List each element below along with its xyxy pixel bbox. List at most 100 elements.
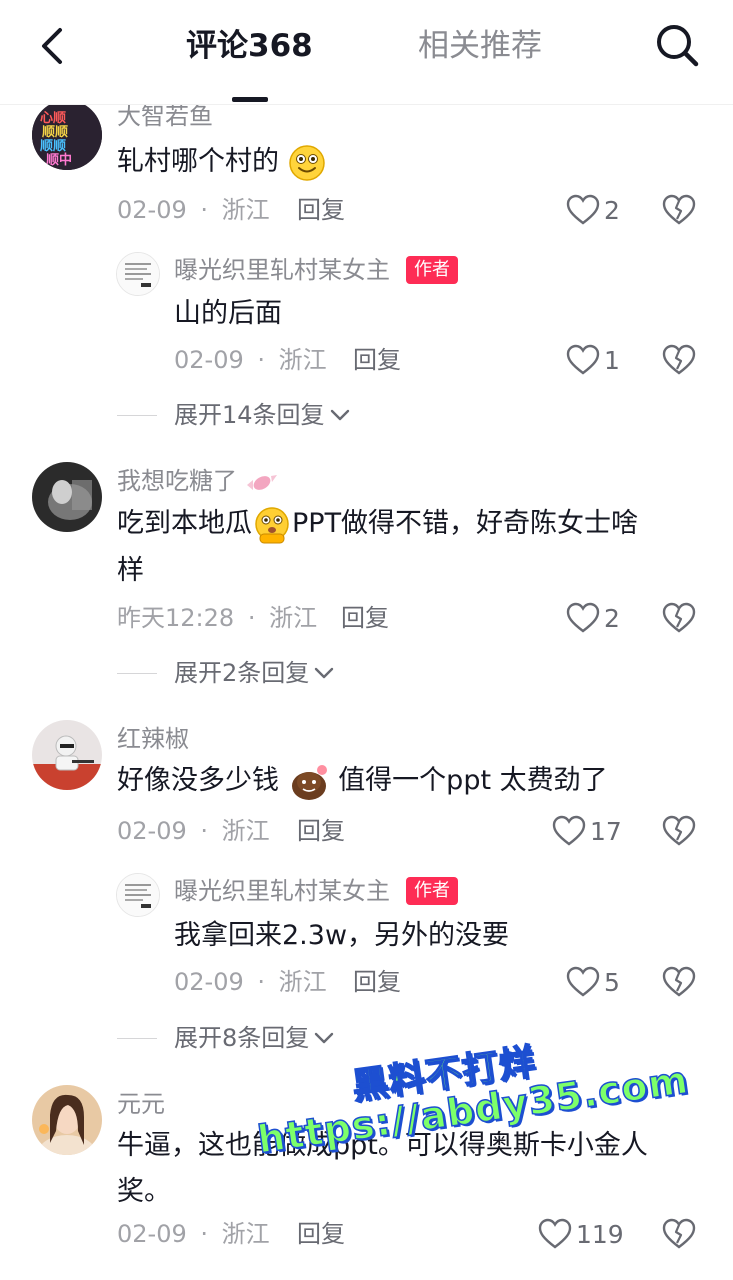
like-count: 5 [604, 967, 620, 997]
reply-meta: 02-09 · 浙江 [174, 966, 327, 998]
separator: · [200, 196, 209, 224]
like-count: 1 [604, 345, 620, 375]
thinking-emoji-icon [255, 506, 289, 543]
reply-location: 浙江 [278, 346, 327, 374]
comment-text-line2: 奖。 [117, 1176, 171, 1207]
expand-label: 展开2条回复 [174, 659, 310, 687]
comment-text-content: 吃到本地瓜 [117, 508, 252, 539]
dislike-icon[interactable] [662, 965, 696, 999]
expand-divider [117, 1038, 157, 1039]
dislike-icon[interactable] [662, 601, 696, 635]
expand-replies-button[interactable]: 展开8条回复 [174, 1022, 335, 1054]
comment-text-line2: 样 [117, 555, 144, 586]
reply-text: 我拿回来2.3w，另外的没要 [174, 920, 510, 951]
reply-location: 浙江 [278, 968, 327, 996]
back-arrow-icon[interactable] [34, 24, 74, 68]
dislike-icon[interactable] [662, 814, 696, 848]
comment-meta: 02-09 · 浙江 [117, 815, 270, 847]
active-tab-indicator [232, 97, 268, 102]
heart-icon [566, 966, 600, 997]
comment-text-content: PPT做得不错，好奇陈女士啥 [292, 508, 639, 539]
comment-username[interactable]: 元元 [117, 1088, 165, 1120]
avatar[interactable]: 心顺 顺顺 顺顺 顺中 [32, 100, 102, 170]
like-count: 2 [604, 195, 620, 225]
expand-label: 展开8条回复 [174, 1024, 310, 1052]
heart-icon [566, 602, 600, 633]
avatar-image [117, 874, 159, 916]
separator: · [257, 346, 266, 374]
svg-text:顺顺: 顺顺 [40, 139, 66, 154]
like-button[interactable]: 17 [552, 813, 622, 849]
like-count: 119 [576, 1219, 624, 1249]
like-button[interactable]: 2 [566, 600, 620, 636]
like-button[interactable]: 119 [538, 1216, 624, 1252]
avatar-image [117, 253, 159, 295]
separator: · [257, 968, 266, 996]
like-button[interactable]: 2 [566, 192, 620, 228]
separator: · [200, 1220, 209, 1248]
comment-location: 浙江 [221, 196, 270, 224]
chevron-down-icon [315, 1032, 334, 1044]
dislike-icon[interactable] [662, 193, 696, 227]
avatar-image [32, 462, 102, 532]
avatar[interactable] [32, 720, 102, 790]
avatar-image: 心顺 顺顺 顺顺 顺中 [32, 100, 102, 170]
heart-icon [538, 1218, 572, 1249]
avatar[interactable] [116, 873, 160, 917]
author-badge: 作者 [406, 877, 458, 905]
heart-icon [566, 344, 600, 375]
comment-meta: 昨天12:28 · 浙江 [117, 602, 317, 634]
reply-username[interactable]: 曝光织里轧村某女主 [174, 254, 390, 286]
reply-button[interactable]: 回复 [297, 194, 345, 226]
separator: · [200, 817, 209, 845]
expand-replies-button[interactable]: 展开14条回复 [174, 399, 351, 431]
like-count: 2 [604, 603, 620, 633]
comment-username[interactable]: 红辣椒 [117, 723, 189, 755]
heart-icon [566, 194, 600, 225]
svg-text:顺顺: 顺顺 [42, 125, 68, 140]
avatar-image [32, 720, 102, 790]
comment-username[interactable]: 我想吃糖了 [117, 465, 279, 497]
search-icon[interactable] [652, 20, 702, 70]
tab-related[interactable]: 相关推荐 [418, 24, 542, 68]
reply-button[interactable]: 回复 [297, 1218, 345, 1250]
comment-date: 02-09 [117, 817, 187, 845]
reply-date: 02-09 [174, 346, 244, 374]
comment-meta: 02-09 · 浙江 [117, 194, 270, 226]
reply-button[interactable]: 回复 [297, 815, 345, 847]
expand-replies-button[interactable]: 展开2条回复 [174, 657, 335, 689]
expand-label: 展开14条回复 [174, 401, 325, 429]
comment-date: 02-09 [117, 196, 187, 224]
chevron-down-icon [315, 667, 334, 679]
reply-button[interactable]: 回复 [353, 344, 401, 376]
reply-text: 山的后面 [174, 298, 282, 329]
comment-text-content: 好像没多少钱 [117, 765, 279, 796]
comment-date: 02-09 [117, 1220, 187, 1248]
heart-icon [552, 815, 586, 846]
chevron-down-icon [330, 409, 349, 421]
like-button[interactable]: 5 [566, 964, 620, 1000]
dislike-icon[interactable] [662, 1217, 696, 1251]
like-count: 17 [590, 816, 622, 846]
comment-date: 昨天12:28 [117, 604, 235, 632]
svg-text:顺中: 顺中 [46, 152, 72, 168]
comment-text-content: 轧村哪个村的 [117, 146, 279, 177]
reply-button[interactable]: 回复 [341, 602, 389, 634]
avatar[interactable] [32, 1085, 102, 1155]
comment-text: 轧村哪个村的 [117, 140, 326, 184]
like-button[interactable]: 1 [566, 342, 620, 378]
username-text: 我想吃糖了 [117, 467, 237, 495]
svg-text:心顺: 心顺 [40, 111, 66, 126]
tab-comments[interactable]: 评论368 [186, 24, 313, 68]
avatar[interactable] [116, 252, 160, 296]
reply-username[interactable]: 曝光织里轧村某女主 [174, 875, 390, 907]
poop-emoji-icon [291, 764, 327, 800]
separator: · [247, 604, 256, 632]
reply-button[interactable]: 回复 [353, 966, 401, 998]
reply-date: 02-09 [174, 968, 244, 996]
avatar[interactable] [32, 462, 102, 532]
top-bar: 评论368 相关推荐 [0, 0, 733, 105]
author-badge: 作者 [406, 256, 458, 284]
dislike-icon[interactable] [662, 343, 696, 377]
comment-text: 吃到本地瓜 PPT做得不错，好奇陈女士啥 [117, 502, 638, 546]
